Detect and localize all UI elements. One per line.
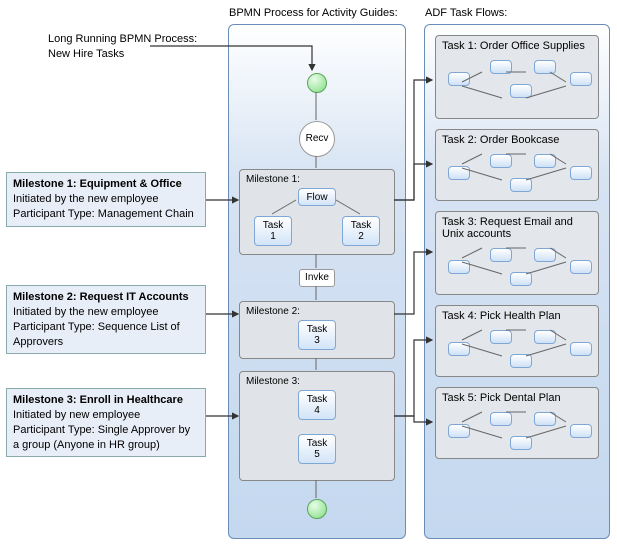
diagram-canvas: Long Running BPMN Process: New Hire Task… <box>0 0 617 545</box>
m1-line2: Initiated by the new employee <box>13 192 199 207</box>
milestone2-container-label: Milestone 2: <box>246 306 300 317</box>
task3-node: Task 3 <box>298 320 336 350</box>
mini-flow-icon <box>442 150 592 198</box>
task1-node: Task 1 <box>254 216 292 246</box>
milestone3-container-label: Milestone 3: <box>246 376 300 387</box>
m2-title: Milestone 2: Request IT Accounts <box>13 290 199 305</box>
milestone1-container-label: Milestone 1: <box>246 174 300 185</box>
adf-task4-label: Task 4: Pick Health Plan <box>442 310 561 322</box>
m1-line3: Participant Type: Management Chain <box>13 207 199 222</box>
milestone3-annotation: Milestone 3: Enroll in Healthcare Initia… <box>6 388 206 457</box>
adf-task5-label: Task 5: Pick Dental Plan <box>442 392 561 404</box>
mini-flow-icon <box>442 56 592 104</box>
adf-task1: Task 1: Order Office Supplies <box>435 35 599 119</box>
adf-task1-label: Task 1: Order Office Supplies <box>442 40 585 52</box>
adf-task2-label: Task 2: Order Bookcase <box>442 134 559 146</box>
start-event-icon <box>307 73 327 93</box>
m1-title: Milestone 1: Equipment & Office <box>13 177 199 192</box>
mini-flow-icon <box>442 408 592 456</box>
receive-activity: Recv <box>299 121 335 157</box>
m2-line2: Initiated by the new employee <box>13 305 199 320</box>
bpmn-panel: BPMN Process for Activity Guides: Recv M… <box>228 24 406 539</box>
adf-task3: Task 3: Request Email and Unix accounts <box>435 211 599 295</box>
mini-flow-icon <box>442 326 592 374</box>
m3-line2: Initiated by new employee <box>13 408 199 423</box>
adf-task2: Task 2: Order Bookcase <box>435 129 599 201</box>
m2-line3: Participant Type: Sequence List of Appro… <box>13 320 199 350</box>
mini-flow-icon <box>442 244 592 292</box>
milestone1-container: Milestone 1: Flow Task 1 Task 2 <box>239 169 395 255</box>
end-event-icon <box>307 499 327 519</box>
bpmn-panel-title: BPMN Process for Activity Guides: <box>229 7 398 19</box>
recv-label: Recv <box>306 133 329 144</box>
flow-node-label: Flow <box>306 192 327 203</box>
flow-node: Flow <box>298 188 336 206</box>
milestone2-container: Milestone 2: Task 3 <box>239 301 395 359</box>
task4-node: Task 4 <box>298 390 336 420</box>
task2-node: Task 2 <box>342 216 380 246</box>
adf-task4: Task 4: Pick Health Plan <box>435 305 599 377</box>
milestone1-annotation: Milestone 1: Equipment & Office Initiate… <box>6 172 206 227</box>
adf-panel: ADF Task Flows: Task 1: Order Office Sup… <box>424 24 610 539</box>
task2-label: Task 2 <box>351 220 372 242</box>
m3-line3: Participant Type: Single Approver by a g… <box>13 423 199 453</box>
task3-label: Task 3 <box>307 324 328 346</box>
task5-label: Task 5 <box>307 438 328 460</box>
task1-label: Task 1 <box>263 220 284 242</box>
milestone2-annotation: Milestone 2: Request IT Accounts Initiat… <box>6 285 206 354</box>
m3-title: Milestone 3: Enroll in Healthcare <box>13 393 199 408</box>
adf-task3-label: Task 3: Request Email and Unix accounts <box>442 216 573 240</box>
milestone3-container: Milestone 3: Task 4 Task 5 <box>239 371 395 481</box>
adf-panel-title: ADF Task Flows: <box>425 7 507 19</box>
invoke-activity: Invke <box>299 269 335 287</box>
task5-node: Task 5 <box>298 434 336 464</box>
task4-label: Task 4 <box>307 394 328 416</box>
adf-task5: Task 5: Pick Dental Plan <box>435 387 599 459</box>
invoke-label: Invke <box>305 272 329 283</box>
long-running-process-label: Long Running BPMN Process: New Hire Task… <box>48 32 203 62</box>
text: Long Running BPMN Process: New Hire Task… <box>48 33 197 60</box>
